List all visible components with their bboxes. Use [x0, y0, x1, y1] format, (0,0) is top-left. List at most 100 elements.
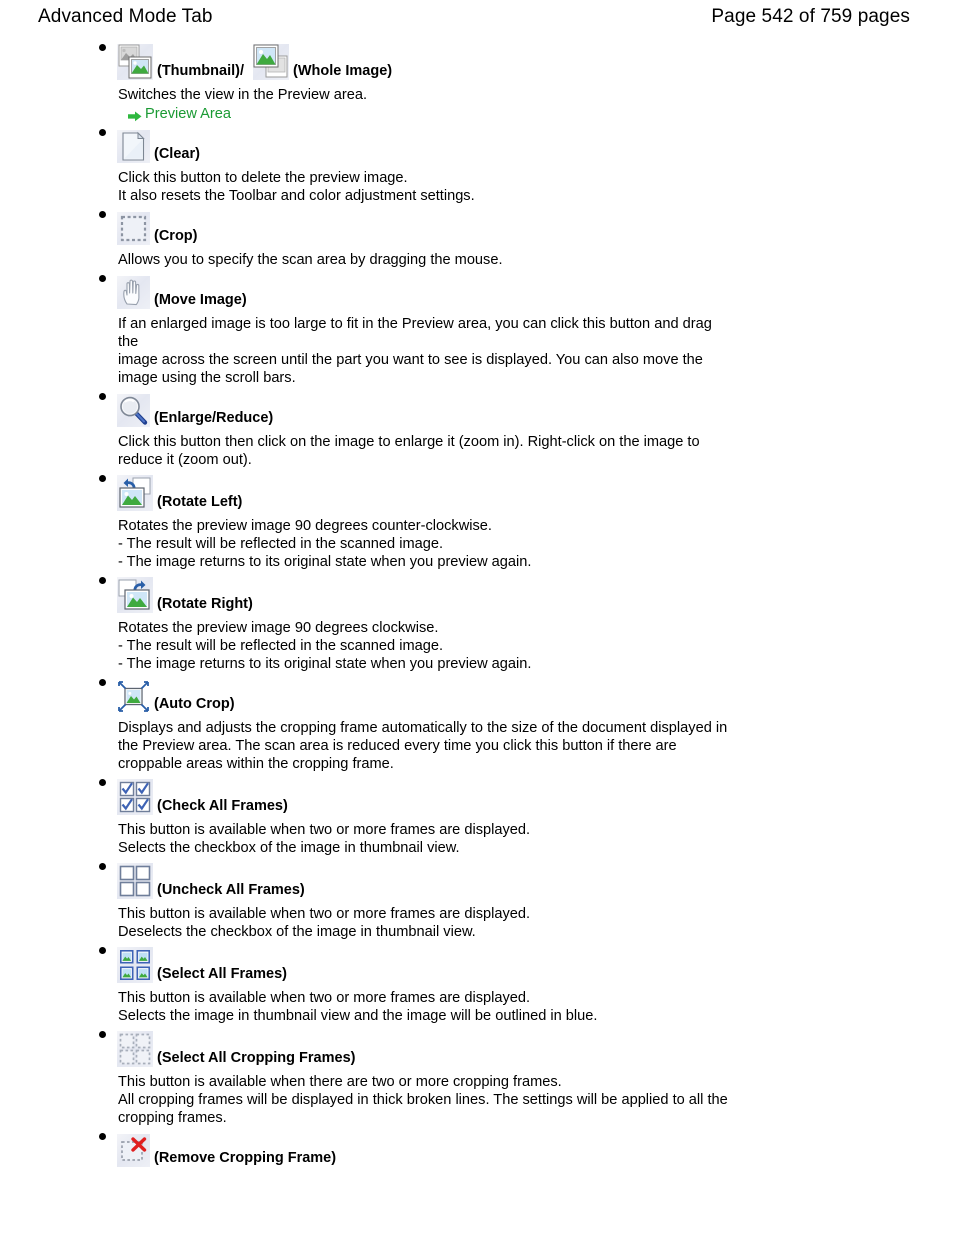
remove-cropping-frame-icon[interactable] [117, 1134, 150, 1167]
entry-description: This button is available when two or mor… [118, 989, 728, 1025]
entry-label: (Thumbnail)/ [157, 62, 244, 79]
entry-description: Displays and adjusts the cropping frame … [118, 719, 728, 773]
entry-heading: (Crop) [117, 211, 954, 245]
entry-label: (Select All Cropping Frames) [157, 1049, 356, 1066]
list-bullet [99, 1133, 106, 1140]
entry-heading: (Select All Frames) [117, 947, 954, 983]
crop-icon[interactable] [117, 212, 150, 245]
desc-line: This button is available when there are … [118, 1074, 562, 1090]
entry-description: Rotates the preview image 90 degrees cou… [118, 517, 728, 571]
list-bullet [99, 129, 106, 136]
auto-crop-icon[interactable] [117, 680, 150, 713]
entry-rotate-right: (Rotate Right) Rotates the preview image… [0, 577, 954, 673]
entry-label: (Select All Frames) [157, 965, 288, 982]
uncheck-all-frames-icon[interactable] [117, 863, 153, 899]
desc-line: Allows you to specify the scan area by d… [118, 252, 503, 268]
rotate-left-icon[interactable] [117, 475, 153, 511]
list-bullet [99, 577, 106, 584]
desc-line: If an enlarged image is too large to fit… [118, 316, 712, 350]
entry-select-all-cropping-frames: (Select All Cropping Frames) This button… [0, 1031, 954, 1127]
desc-line: image across the screen until the part y… [118, 352, 703, 368]
list-bullet [99, 779, 106, 786]
desc-line: This button is available when two or mor… [118, 822, 531, 838]
rotate-right-icon[interactable] [117, 577, 153, 613]
list-bullet [99, 393, 106, 400]
entry-description: If an enlarged image is too large to fit… [118, 315, 728, 387]
entry-description: Click this button to delete the preview … [118, 169, 728, 205]
entry-label: (Remove Cropping Frame) [154, 1149, 337, 1166]
content-list: (Thumbnail)/ (Whole Image) Switches the … [0, 28, 954, 1167]
list-bullet [99, 1031, 106, 1038]
preview-area-link[interactable]: Preview Area [128, 105, 954, 123]
entry-heading: (Select All Cropping Frames) [117, 1031, 954, 1067]
clear-icon[interactable] [117, 130, 150, 163]
entry-label: (Clear) [154, 145, 200, 162]
desc-line: Click this button to delete the preview … [118, 170, 408, 186]
entry-heading: (Clear) [117, 129, 954, 163]
entry-description: Click this button then click on the imag… [118, 433, 728, 469]
desc-line: - The image returns to its original stat… [118, 554, 532, 570]
preview-area-link-label: Preview Area [145, 106, 231, 122]
desc-line: Rotates the preview image 90 degrees cou… [118, 518, 492, 534]
desc-line: - The result will be reflected in the sc… [118, 536, 444, 552]
entry-auto-crop: (Auto Crop) Displays and adjusts the cro… [0, 679, 954, 773]
entry-label: (Move Image) [154, 291, 247, 308]
entry-thumbnail-whole-image: (Thumbnail)/ (Whole Image) Switches the … [0, 44, 954, 123]
entry-select-all-frames: (Select All Frames) This button is avail… [0, 947, 954, 1025]
entry-remove-cropping-frame: (Remove Cropping Frame) [0, 1133, 954, 1167]
entry-uncheck-all-frames: (Uncheck All Frames) This button is avai… [0, 863, 954, 941]
thumbnail-icon[interactable] [117, 44, 153, 80]
desc-line: Rotates the preview image 90 degrees clo… [118, 620, 439, 636]
entry-label: (Enlarge/Reduce) [154, 409, 274, 426]
whole-image-icon[interactable] [253, 44, 289, 80]
entry-description: Rotates the preview image 90 degrees clo… [118, 619, 728, 673]
enlarge-reduce-icon[interactable] [117, 394, 150, 427]
desc-line: Displays and adjusts the cropping frame … [118, 720, 728, 736]
entry-description: This button is available when two or mor… [118, 821, 728, 857]
desc-line: Click this button then click on the imag… [118, 434, 700, 450]
desc-line: reduce it (zoom out). [118, 452, 252, 468]
entry-heading: (Auto Crop) [117, 679, 954, 713]
list-bullet [99, 679, 106, 686]
desc-line: It also resets the Toolbar and color adj… [118, 188, 475, 204]
entry-label: (Uncheck All Frames) [157, 881, 305, 898]
entry-description: Switches the view in the Preview area. [118, 86, 728, 104]
entry-description: This button is available when two or mor… [118, 905, 728, 941]
entry-heading: (Check All Frames) [117, 779, 954, 815]
entry-clear: (Clear) Click this button to delete the … [0, 129, 954, 205]
desc-line: croppable areas within the cropping fram… [118, 756, 394, 772]
check-all-frames-icon[interactable] [117, 779, 153, 815]
entry-description: Allows you to specify the scan area by d… [118, 251, 728, 269]
page-title: Advanced Mode Tab [38, 6, 213, 27]
desc-line: the Preview area. The scan area is reduc… [118, 738, 677, 754]
select-all-cropping-frames-icon[interactable] [117, 1031, 153, 1067]
entry-heading: (Thumbnail)/ (Whole Image) [117, 44, 954, 80]
desc-line: - The image returns to its original stat… [118, 656, 532, 672]
desc-line: Deselects the checkbox of the image in t… [118, 924, 476, 940]
entry-check-all-frames: (Check All Frames) This button is availa… [0, 779, 954, 857]
entry-heading: (Rotate Left) [117, 475, 954, 511]
desc-line: cropping frames. [118, 1110, 227, 1126]
entry-enlarge-reduce: (Enlarge/Reduce) Click this button then … [0, 393, 954, 469]
entry-label: (Rotate Right) [157, 595, 253, 612]
entry-rotate-left: (Rotate Left) Rotates the preview image … [0, 475, 954, 571]
entry-heading: (Rotate Right) [117, 577, 954, 613]
entry-label: (Check All Frames) [157, 797, 288, 814]
page-header: Advanced Mode Tab Page 542 of 759 pages [0, 0, 954, 28]
list-bullet [99, 275, 106, 282]
desc-line: Selects the checkbox of the image in thu… [118, 840, 460, 856]
list-bullet [99, 44, 106, 51]
list-bullet [99, 475, 106, 482]
desc-line: This button is available when two or mor… [118, 906, 531, 922]
move-image-icon[interactable] [117, 276, 150, 309]
entry-crop: (Crop) Allows you to specify the scan ar… [0, 211, 954, 269]
list-bullet [99, 947, 106, 954]
list-bullet [99, 211, 106, 218]
entry-move-image: (Move Image) If an enlarged image is too… [0, 275, 954, 387]
entry-label: (Crop) [154, 227, 198, 244]
select-all-frames-icon[interactable] [117, 947, 153, 983]
entry-heading: (Enlarge/Reduce) [117, 393, 954, 427]
entry-label-2: (Whole Image) [293, 62, 393, 79]
entry-label: (Auto Crop) [154, 695, 235, 712]
list-bullet [99, 863, 106, 870]
